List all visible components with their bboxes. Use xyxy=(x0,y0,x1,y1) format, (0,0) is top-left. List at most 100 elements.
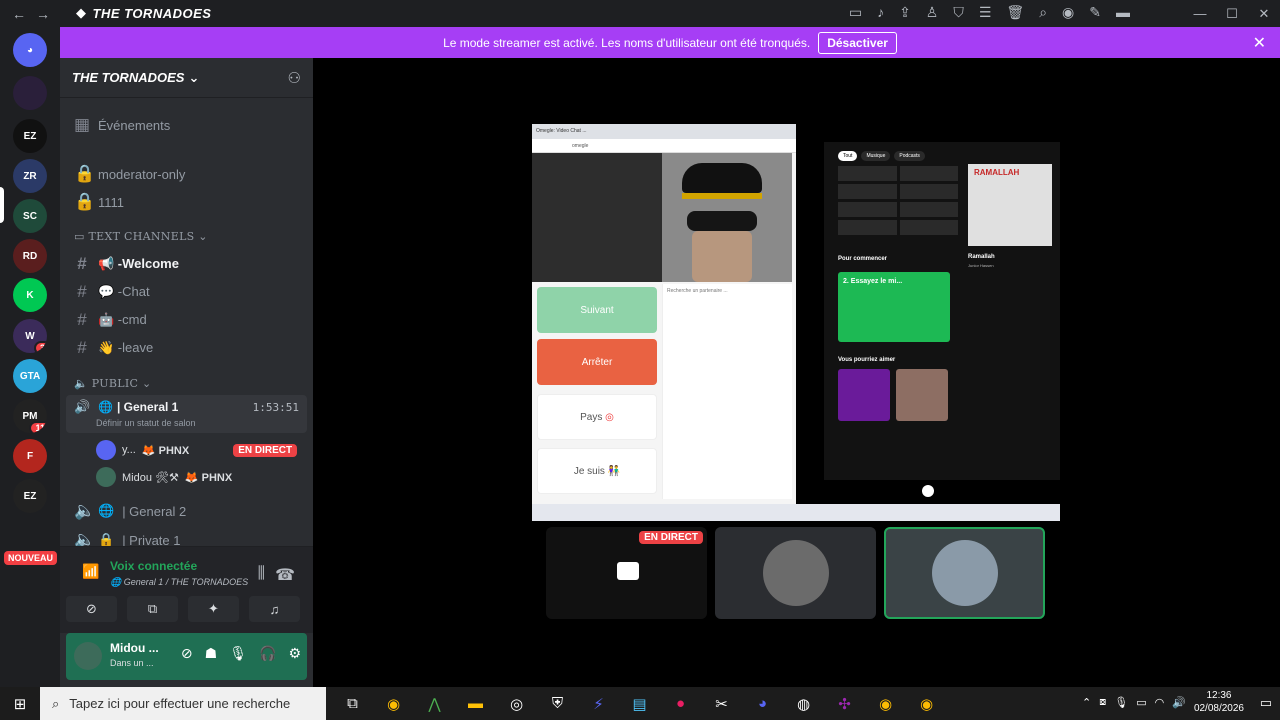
category-text-channels[interactable]: ▭ TEXT CHANNELS ⌄ xyxy=(74,230,208,243)
server-icon[interactable]: EZ xyxy=(13,119,47,153)
server-icon[interactable]: F xyxy=(13,439,47,473)
shortcut-tile[interactable] xyxy=(899,166,958,181)
server-icon[interactable]: SC xyxy=(13,199,47,233)
search-icon[interactable]: ⌕ xyxy=(1039,4,1047,21)
volume-icon[interactable]: 🔊 xyxy=(1172,696,1186,709)
server-icon[interactable]: K xyxy=(13,278,47,312)
category-public[interactable]: 🔈 PUBLIC ⌄ xyxy=(74,377,152,390)
channel-welcome[interactable]: # 📢 -Welcome xyxy=(74,254,179,274)
file-explorer-icon[interactable]: ▬ xyxy=(463,695,488,713)
microphone-icon[interactable]: 🎙 xyxy=(1114,696,1128,709)
task-view-icon[interactable]: ⧉ xyxy=(340,695,365,713)
voice-location[interactable]: 🌐 General 1 / THE TORNADOES xyxy=(110,577,248,588)
spotify-tab[interactable]: Musique xyxy=(861,151,891,161)
server-icon[interactable]: ZR xyxy=(13,159,47,193)
noise-suppression-icon[interactable]: ⫼ xyxy=(258,565,265,583)
shortcut-tile[interactable] xyxy=(899,220,958,235)
voice-channel-general-1[interactable]: 🔊 🌐 | General 1 1:53:51 Définir un statu… xyxy=(66,395,307,433)
shortcut-tile[interactable] xyxy=(838,184,897,199)
trash-icon[interactable]: 🗑 xyxy=(1006,4,1024,21)
store-icon[interactable]: ▤ xyxy=(627,695,652,713)
discord-icon[interactable]: ◕ xyxy=(750,695,775,713)
close-icon[interactable]: ✕ xyxy=(1253,33,1266,53)
screen-share-stream[interactable]: Omegle: Video Chat ... omegle Suivant Ar… xyxy=(532,124,1060,521)
shield-icon[interactable]: ⛨ xyxy=(545,695,570,713)
shortcut-tile[interactable] xyxy=(838,202,897,217)
discord-home-icon[interactable]: ◕ xyxy=(13,33,47,67)
stream-tile[interactable]: EN DIRECT xyxy=(546,527,707,619)
do-not-disturb-icon[interactable]: ⊘ xyxy=(181,645,193,662)
server-icon[interactable]: GTA xyxy=(13,359,47,393)
channel-chat[interactable]: # 💬 -Chat xyxy=(74,282,149,302)
headphones-icon[interactable]: 🎧 xyxy=(259,645,276,662)
stop-button[interactable]: Arrêter xyxy=(537,339,657,385)
iam-button[interactable]: Je suis 👫 xyxy=(537,448,657,494)
ghost-icon[interactable]: ☗ xyxy=(205,645,218,662)
windows-start-icon[interactable]: ⊞ xyxy=(0,695,40,713)
steam-icon[interactable]: ◎ xyxy=(504,695,529,713)
wifi-icon[interactable]: ◠ xyxy=(1155,696,1165,709)
shortcut-tile[interactable] xyxy=(838,220,897,235)
album-cover[interactable] xyxy=(896,369,948,421)
channel-moderator-only[interactable]: 🔒 moderator-only xyxy=(74,164,185,184)
guild-header[interactable]: THE TORNADOES ⌄ ⚇ xyxy=(60,58,313,98)
server-icon[interactable] xyxy=(13,76,47,110)
minimize-icon[interactable]: — xyxy=(1184,0,1216,27)
channel-status-input[interactable]: Définir un statut de salon xyxy=(96,418,196,428)
chevron-up-icon[interactable]: ⌃ xyxy=(1082,696,1091,709)
microphone-icon[interactable]: 🎙 xyxy=(229,645,247,662)
spotify-tab[interactable]: Tout xyxy=(838,151,858,161)
voice-user[interactable]: y... 🦊 PHNX EN DIRECT xyxy=(96,440,298,460)
taskbar-search[interactable]: ⌕ Tapez ici pour effectuer une recherche xyxy=(40,687,326,720)
screen-share-icon[interactable]: ⧉ xyxy=(127,596,178,622)
channel-1111[interactable]: 🔒 1111 xyxy=(74,192,124,212)
activities-icon[interactable]: ✦ xyxy=(188,596,239,622)
clock[interactable]: 12:36 02/08/2026 xyxy=(1194,689,1244,715)
voice-participant-tile-selected[interactable] xyxy=(884,527,1045,619)
forward-icon[interactable]: → xyxy=(36,6,50,22)
gear-icon[interactable]: ⚙ xyxy=(288,645,301,662)
maximize-icon[interactable]: ☐ xyxy=(1216,0,1248,27)
channel-cmd[interactable]: # 🤖 -cmd xyxy=(74,310,146,330)
server-icon[interactable]: RD xyxy=(13,239,47,273)
share-icon[interactable]: ⇪ xyxy=(899,4,911,21)
chrome-icon[interactable]: ◉ xyxy=(381,695,406,713)
signal-icon[interactable]: 📶 xyxy=(82,563,99,580)
battery-icon[interactable]: ▭ xyxy=(1136,696,1146,709)
play-pause-icon[interactable] xyxy=(922,485,934,497)
chrome-icon[interactable]: ◉ xyxy=(873,695,898,713)
app-icon[interactable]: ✣ xyxy=(832,695,857,713)
disconnect-icon[interactable]: ☎ xyxy=(275,565,295,585)
album-cover[interactable] xyxy=(838,369,890,421)
spotify-promo-card[interactable]: 2. Essayez le mi... xyxy=(838,272,950,342)
spotify-tab[interactable]: Podcasts xyxy=(894,151,925,161)
voice-participant-tile[interactable] xyxy=(715,527,876,619)
camera-off-icon[interactable]: ⊘ xyxy=(66,596,117,622)
app-icon[interactable]: ● xyxy=(668,695,693,713)
voice-channel-general-2[interactable]: 🔈 🌐 | General 2 xyxy=(74,501,186,521)
voice-user[interactable]: Midou 🛠⚒ 🦊 PHNX xyxy=(96,467,232,487)
server-icon[interactable]: W3 xyxy=(13,319,47,353)
music-icon[interactable]: ♪ xyxy=(877,4,884,21)
soundboard-icon[interactable]: ♫ xyxy=(249,596,300,622)
chat-icon[interactable]: ▭ xyxy=(849,4,862,21)
server-icon[interactable]: EZ xyxy=(13,479,47,513)
avatar[interactable] xyxy=(74,642,102,670)
user-icon[interactable]: ♙ xyxy=(926,4,939,21)
disable-streamer-button[interactable]: Désactiver xyxy=(818,31,897,54)
lightning-icon[interactable]: ⚡ xyxy=(586,695,611,713)
voice-connected-title[interactable]: Voix connectée xyxy=(110,559,197,573)
country-button[interactable]: Pays ◎ xyxy=(537,394,657,440)
back-icon[interactable]: ← xyxy=(12,6,26,22)
shortcut-tile[interactable] xyxy=(899,184,958,199)
notification-icon[interactable]: ▭ xyxy=(1260,695,1272,711)
obs-icon[interactable]: ◍ xyxy=(791,695,816,713)
list-icon[interactable]: ☰ xyxy=(979,4,992,21)
add-user-icon[interactable]: ⚇ xyxy=(288,69,301,87)
folder-icon[interactable]: ▬ xyxy=(1116,4,1130,21)
channel-leave[interactable]: # 👋 -leave xyxy=(74,338,153,358)
discord-icon[interactable]: ◉ xyxy=(1062,4,1074,21)
camera-icon[interactable]: ⧇ xyxy=(1099,696,1106,709)
shortcut-tile[interactable] xyxy=(899,202,958,217)
close-icon[interactable]: ✕ xyxy=(1248,0,1280,27)
